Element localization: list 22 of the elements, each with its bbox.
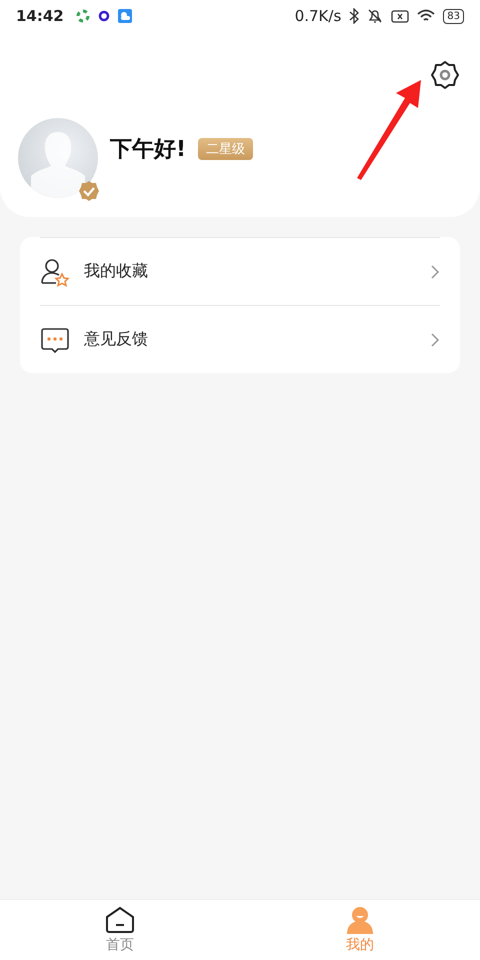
menu-item[interactable]: 我的收藏: [84, 261, 417, 282]
home-icon: [105, 906, 135, 934]
sim-off-icon: [391, 10, 410, 22]
chevron-right-icon: [431, 264, 440, 278]
app-notification-icon: [76, 9, 90, 23]
level-badge: 二星级: [198, 138, 254, 160]
wifi-icon: [417, 9, 436, 23]
bell-off-icon: [367, 8, 384, 24]
battery-level: 83: [443, 8, 464, 24]
bluetooth-icon: [349, 8, 360, 24]
user-star-icon: [40, 256, 70, 286]
network-speed: 0.7K/s: [294, 7, 342, 25]
menu-item[interactable]: 意见反馈: [84, 329, 417, 350]
ring-icon: [98, 10, 110, 22]
greeting: 下午好!: [110, 136, 186, 164]
person-icon: [346, 906, 374, 934]
settings-icon[interactable]: [430, 60, 460, 90]
tab[interactable]: 首页: [0, 900, 240, 960]
verified-badge-icon: [78, 180, 100, 202]
weather-icon: [118, 9, 132, 23]
status-time: 14:42: [16, 7, 64, 25]
chevron-right-icon: [431, 332, 440, 346]
